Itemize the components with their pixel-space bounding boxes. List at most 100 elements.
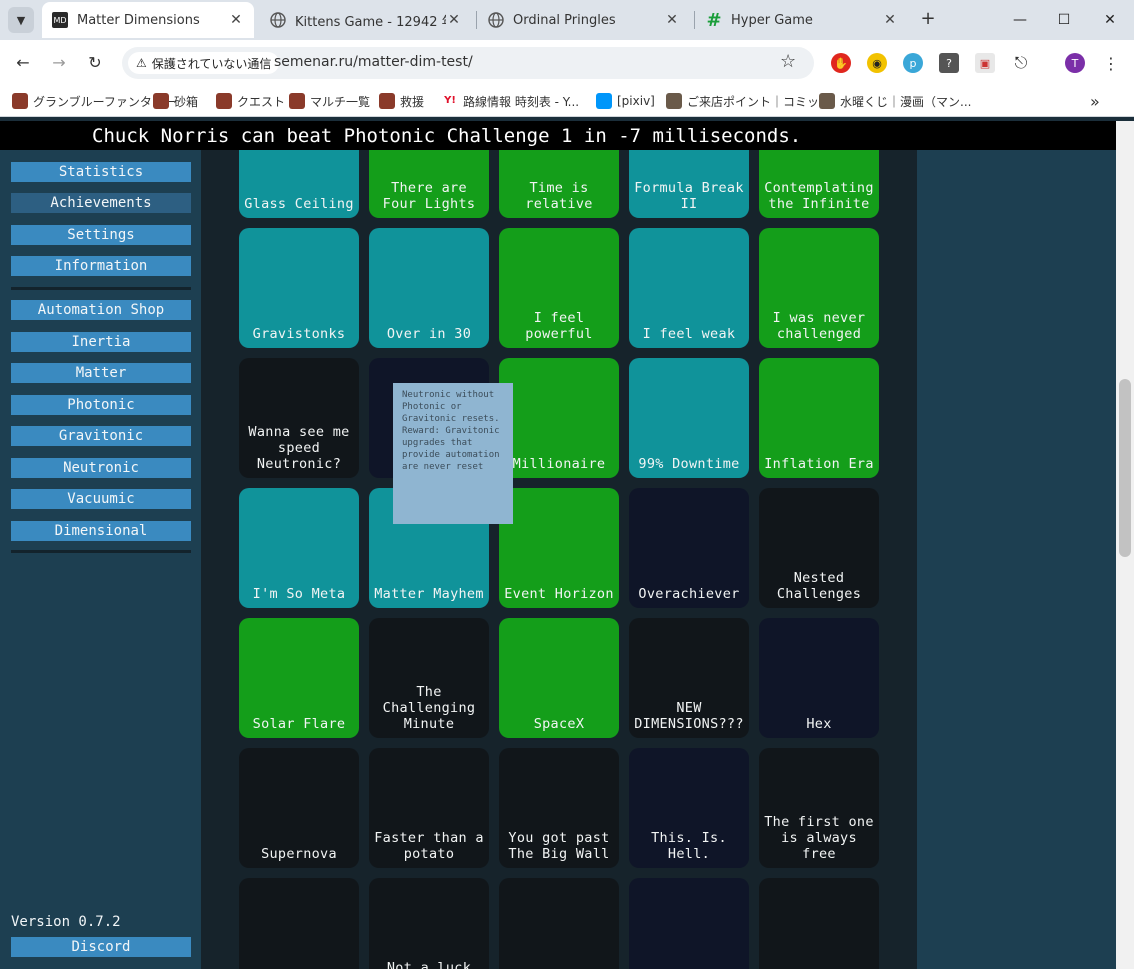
translate-extension-icon[interactable]: p bbox=[903, 53, 923, 73]
granblue-favicon-icon bbox=[153, 93, 169, 109]
neutronic-button[interactable]: Neutronic bbox=[11, 458, 191, 478]
tab-matter-dimensions[interactable]: MD Matter Dimensions ✕ bbox=[42, 2, 254, 38]
kebab-menu-icon[interactable]: ⋮ bbox=[1101, 53, 1121, 73]
gravitonic-button[interactable]: Gravitonic bbox=[11, 426, 191, 446]
achievement-tile[interactable]: You got past The Big Wall bbox=[499, 748, 619, 868]
statistics-button[interactable]: Statistics bbox=[11, 162, 191, 182]
achievement-tile[interactable]: I was never challenged bbox=[759, 228, 879, 348]
right-panel bbox=[917, 150, 1116, 969]
settings-button[interactable]: Settings bbox=[11, 225, 191, 245]
achievement-label: I'm So Meta bbox=[252, 586, 346, 602]
achievement-tile[interactable]: Over in 30 bbox=[369, 228, 489, 348]
yahoo-favicon-icon: Y! bbox=[442, 93, 458, 109]
tab-hyper-game[interactable]: # Hyper Game ✕ bbox=[696, 2, 908, 38]
achievement-tile[interactable]: Wanna see me speed Neutronic? bbox=[239, 358, 359, 478]
achievement-tile[interactable] bbox=[499, 878, 619, 969]
security-indicator[interactable]: ⚠ 保護されていない通信 bbox=[128, 52, 280, 74]
tab-kittens-game[interactable]: Kittens Game - 12942 年目 ✕ bbox=[260, 2, 472, 38]
close-icon[interactable]: ✕ bbox=[228, 12, 244, 28]
page-scrollbar[interactable] bbox=[1116, 121, 1134, 969]
achievement-tile[interactable]: Not a luck related bbox=[369, 878, 489, 969]
tab-ordinal-pringles[interactable]: Ordinal Pringles ✕ bbox=[478, 2, 690, 38]
help-extension-icon[interactable]: ? bbox=[939, 53, 959, 73]
achievement-label: Formula Break II bbox=[634, 180, 744, 212]
matter-button[interactable]: Matter bbox=[11, 363, 191, 383]
puzzle-extensions-icon[interactable]: ⎋ bbox=[1011, 53, 1031, 73]
scrollbar-thumb[interactable] bbox=[1119, 379, 1131, 557]
close-icon[interactable]: ✕ bbox=[882, 12, 898, 28]
dimensional-button[interactable]: Dimensional bbox=[11, 521, 191, 541]
achievement-tooltip: Neutronic without Photonic or Gravitonic… bbox=[393, 383, 513, 524]
achievement-tile[interactable]: SpaceX bbox=[499, 618, 619, 738]
achievement-tile[interactable]: The Challenging Minute bbox=[369, 618, 489, 738]
hashtag-icon: # bbox=[706, 9, 722, 31]
photonic-button[interactable]: Photonic bbox=[11, 395, 191, 415]
adblock-extension-icon[interactable]: ✋ bbox=[831, 53, 851, 73]
close-icon[interactable]: ✕ bbox=[664, 12, 680, 28]
bookmarks-overflow-icon[interactable]: » bbox=[1090, 91, 1100, 111]
version-label: Version 0.7.2 bbox=[11, 914, 121, 930]
achievement-tile[interactable]: Gravistonks bbox=[239, 228, 359, 348]
achievement-tile[interactable]: I feel powerful bbox=[499, 228, 619, 348]
achievement-tile[interactable]: Formula Break II bbox=[629, 150, 749, 218]
achievement-tile[interactable]: Solar Flare bbox=[239, 618, 359, 738]
achievement-tile[interactable]: Faster than a potato bbox=[369, 748, 489, 868]
achievement-tile[interactable]: Nested Challenges bbox=[759, 488, 879, 608]
bookmark-item[interactable]: 水曜くじ｜漫画（マン... bbox=[819, 91, 971, 111]
bookmark-item[interactable]: Y! 路線情報 時刻表 - Y... bbox=[442, 91, 579, 111]
achievement-tile[interactable]: Millionaire bbox=[499, 358, 619, 478]
achievement-tile[interactable]: Time is relative bbox=[499, 150, 619, 218]
achievement-label: Nested Challenges bbox=[776, 570, 862, 602]
granblue-favicon-icon bbox=[12, 93, 28, 109]
forward-arrow-icon[interactable]: → bbox=[48, 52, 70, 74]
maximize-icon[interactable]: ☐ bbox=[1052, 8, 1076, 32]
achievement-tile[interactable]: There are Four Lights bbox=[369, 150, 489, 218]
bookmark-item[interactable]: ご来店ポイント｜コミッ... bbox=[666, 91, 830, 111]
achievement-tile[interactable]: NEW DIMENSIONS??? bbox=[629, 618, 749, 738]
achievements-button[interactable]: Achievements bbox=[11, 193, 191, 213]
achievement-tile[interactable]: Metabar bbox=[239, 878, 359, 969]
achievement-label: Hex bbox=[806, 716, 832, 732]
minimize-icon[interactable]: — bbox=[1008, 8, 1032, 32]
achievement-tile[interactable]: Overachiever bbox=[629, 488, 749, 608]
comic-favicon-icon bbox=[819, 93, 835, 109]
url-text[interactable]: semenar.ru/matter-dim-test/ bbox=[274, 54, 473, 70]
achievement-tile[interactable]: This. Is. Hell. bbox=[629, 748, 749, 868]
bookmark-star-icon[interactable]: ☆ bbox=[780, 51, 796, 72]
news-text: Chuck Norris can beat Photonic Challenge… bbox=[92, 125, 802, 147]
bookmark-item[interactable]: グランブルーファンタジー bbox=[12, 91, 176, 111]
achievement-tile[interactable]: Doubliner bbox=[759, 878, 879, 969]
coin-extension-icon[interactable]: ◉ bbox=[867, 53, 887, 73]
achievement-tile[interactable]: I feel weak bbox=[629, 228, 749, 348]
close-window-icon[interactable]: ✕ bbox=[1098, 8, 1122, 32]
new-tab-plus-icon[interactable]: + bbox=[916, 8, 940, 32]
tab-search-button[interactable]: ▼ bbox=[8, 7, 34, 33]
achievement-tile[interactable]: Hex bbox=[759, 618, 879, 738]
bookmark-item[interactable]: 砂箱 bbox=[153, 91, 198, 111]
reload-icon[interactable]: ↻ bbox=[84, 52, 106, 74]
achievement-tile[interactable]: Contemplating the Infinite bbox=[759, 150, 879, 218]
bookmark-item[interactable]: マルチ一覧 bbox=[289, 91, 370, 111]
screenshot-extension-icon[interactable]: ▣ bbox=[975, 53, 995, 73]
achievement-tile[interactable]: 99% Downtime bbox=[629, 358, 749, 478]
achievement-tile[interactable]: Glass Ceiling bbox=[239, 150, 359, 218]
close-icon[interactable]: ✕ bbox=[446, 12, 462, 28]
achievement-tile[interactable]: Event Horizon bbox=[499, 488, 619, 608]
bookmark-item[interactable]: クエスト bbox=[216, 91, 285, 111]
automation-shop-button[interactable]: Automation Shop bbox=[11, 300, 191, 320]
inertia-button[interactable]: Inertia bbox=[11, 332, 191, 352]
back-arrow-icon[interactable]: ← bbox=[12, 52, 34, 74]
achievement-tile[interactable]: Supernova bbox=[239, 748, 359, 868]
matter-dimensions-favicon: MD bbox=[52, 12, 68, 28]
pixiv-favicon-icon bbox=[596, 93, 612, 109]
achievement-tile[interactable]: Inflation Era bbox=[759, 358, 879, 478]
bookmark-item[interactable]: [pixiv] bbox=[596, 91, 655, 111]
information-button[interactable]: Information bbox=[11, 256, 191, 276]
achievement-tile[interactable]: The first one is always free bbox=[759, 748, 879, 868]
discord-button[interactable]: Discord bbox=[11, 937, 191, 957]
bookmark-item[interactable]: 救援 bbox=[379, 91, 424, 111]
achievement-tile[interactable]: I'm So Meta bbox=[239, 488, 359, 608]
profile-avatar[interactable]: T bbox=[1065, 53, 1085, 73]
vacuumic-button[interactable]: Vacuumic bbox=[11, 489, 191, 509]
achievement-tile[interactable]: Backspaced bbox=[629, 878, 749, 969]
